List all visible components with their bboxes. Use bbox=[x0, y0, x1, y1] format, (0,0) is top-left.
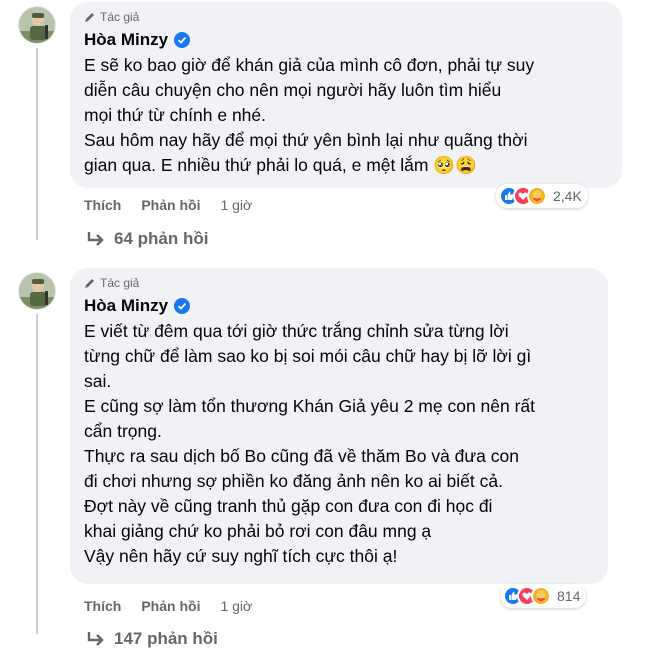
pencil-icon bbox=[85, 279, 94, 288]
thread-line bbox=[36, 314, 38, 634]
care-reaction-icon bbox=[531, 586, 551, 606]
reaction-summary[interactable]: 2,4K bbox=[496, 184, 588, 208]
comment-bubble: Tác giả Hòa Minzy E sẽ ko bao giờ để khá… bbox=[70, 2, 622, 188]
author-name[interactable]: Hòa Minzy bbox=[84, 296, 168, 316]
avatar[interactable] bbox=[18, 6, 56, 44]
care-reaction-icon bbox=[527, 186, 547, 206]
pencil-icon bbox=[85, 13, 94, 22]
comment-paragraph: Vậy nên hãy cứ suy nghĩ tích cực thôi ạ! bbox=[84, 546, 398, 566]
like-button[interactable]: Thích bbox=[84, 598, 121, 614]
author-badge: Tác giả bbox=[84, 8, 608, 26]
verified-badge-icon bbox=[174, 298, 191, 314]
comment-paragraph: E sẽ ko bao giờ để khán giả của mình cô … bbox=[84, 55, 535, 125]
author-badge-label: Tác giả bbox=[100, 10, 140, 24]
reply-arrow-icon bbox=[87, 232, 104, 246]
reaction-count: 2,4K bbox=[553, 188, 582, 204]
author-badge-label: Tác giả bbox=[100, 276, 140, 290]
reply-button[interactable]: Phản hồi bbox=[141, 197, 200, 213]
reaction-count: 814 bbox=[557, 588, 581, 604]
reply-button[interactable]: Phản hồi bbox=[141, 598, 200, 614]
comment-time[interactable]: 1 giờ bbox=[220, 197, 252, 213]
author-name[interactable]: Hòa Minzy bbox=[84, 30, 168, 50]
comment-text: E sẽ ko bao giờ để khán giả của mình cô … bbox=[84, 53, 608, 178]
author-badge: Tác giả bbox=[84, 274, 594, 292]
comment-text: E viết từ đêm qua tới giờ thức trắng chỉ… bbox=[84, 319, 594, 569]
reply-arrow-icon bbox=[87, 632, 104, 646]
view-replies[interactable]: 147 phản hồi bbox=[86, 629, 218, 649]
comment-paragraph: E viết từ đêm qua tới giờ thức trắng chỉ… bbox=[84, 321, 532, 391]
comment-paragraph: Sau hôm nay hãy để mọi thứ yên bình lại … bbox=[84, 130, 528, 175]
verified-badge-icon bbox=[174, 32, 191, 48]
like-button[interactable]: Thích bbox=[84, 197, 121, 213]
comment-actions: Thích Phản hồi 1 giờ bbox=[84, 197, 252, 213]
comment-paragraph: E cũng sợ làm tổn thương Khán Giả yêu 2 … bbox=[84, 396, 536, 441]
comment-actions: Thích Phản hồi 1 giờ bbox=[84, 598, 252, 614]
comment-time[interactable]: 1 giờ bbox=[220, 598, 252, 614]
reaction-summary[interactable]: 814 bbox=[500, 584, 587, 608]
comment-paragraph: Đợt này về cũng tranh thủ gặp con đưa co… bbox=[84, 496, 493, 541]
comment-paragraph: Thực ra sau dịch bố Bo cũng đã về thăm B… bbox=[84, 446, 519, 491]
thread-line bbox=[36, 48, 38, 240]
comment-bubble: Tác giả Hòa Minzy E viết từ đêm qua tới … bbox=[70, 268, 608, 584]
view-replies[interactable]: 64 phản hồi bbox=[86, 229, 208, 249]
replies-count: 147 phản hồi bbox=[114, 629, 218, 648]
replies-count: 64 phản hồi bbox=[114, 229, 209, 248]
avatar[interactable] bbox=[18, 272, 56, 310]
